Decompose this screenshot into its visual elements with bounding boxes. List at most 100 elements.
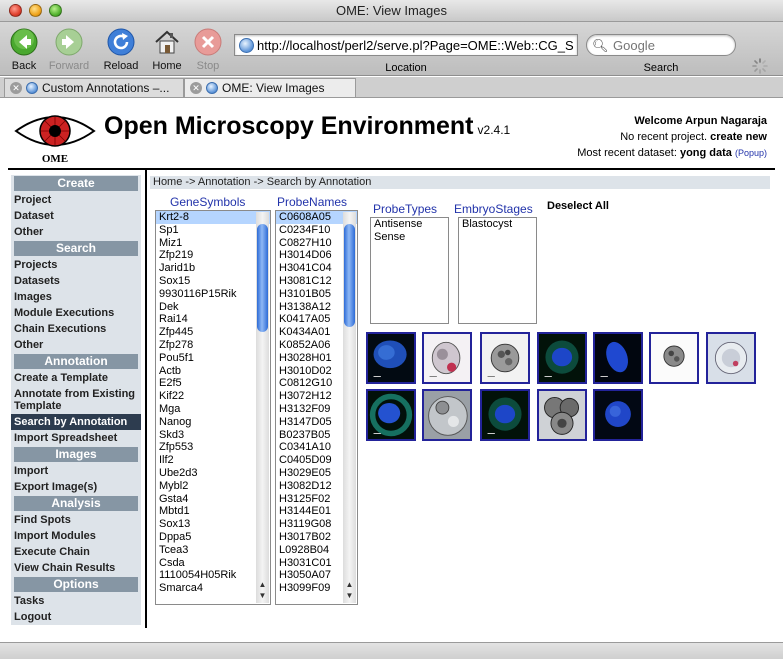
scroll-up-arrow-icon[interactable]: ▲ [258, 580, 267, 589]
list-item[interactable]: Ube2d3 [156, 467, 270, 480]
list-item[interactable]: Tcea3 [156, 544, 270, 557]
list-item[interactable]: Gsta4 [156, 493, 270, 506]
close-tab-icon[interactable]: ✕ [10, 82, 22, 94]
location-bar[interactable] [234, 34, 578, 56]
list-item[interactable]: 9930116P15Rik [156, 288, 270, 301]
list-item[interactable]: Mga [156, 403, 270, 416]
list-item[interactable]: Actb [156, 365, 270, 378]
list-item[interactable]: Smarca4 [156, 582, 270, 595]
tab-custom-annotations[interactable]: ✕ Custom Annotations –... [4, 78, 184, 97]
image-thumbnail[interactable] [422, 332, 472, 384]
list-item[interactable]: Csda [156, 557, 270, 570]
scroll-up-arrow-icon[interactable]: ▲ [345, 580, 354, 589]
image-thumbnail[interactable] [366, 389, 416, 441]
list-item[interactable]: Skd3 [156, 429, 270, 442]
image-thumbnail[interactable] [537, 332, 587, 384]
create-new-link[interactable]: create new [710, 131, 767, 143]
sidebar-item-logout[interactable]: Logout [11, 609, 141, 625]
probe-list-scroll-thumb[interactable] [344, 224, 355, 327]
location-input[interactable] [257, 37, 575, 53]
list-item[interactable]: Zfp553 [156, 441, 270, 454]
gene-list-scrollbar[interactable]: ▲ ▼ [256, 212, 269, 603]
list-item[interactable]: Sox13 [156, 518, 270, 531]
list-item[interactable]: Ilf2 [156, 454, 270, 467]
gene-symbols-listbox[interactable]: Krt2-8 Sp1 Miz1 Zfp219 Jarid1b Sox15 9930116P1… [155, 210, 271, 605]
sidebar-item-search-by-annotation[interactable]: Search by Annotation [11, 414, 141, 430]
list-item[interactable]: Rai14 [156, 313, 270, 326]
reload-button[interactable]: Reload [98, 28, 144, 72]
gene-list-scroll-thumb[interactable] [257, 224, 268, 332]
list-item[interactable]: Sp1 [156, 224, 270, 237]
sidebar-item-tasks[interactable]: Tasks [11, 593, 141, 609]
list-item[interactable]: Dppa5 [156, 531, 270, 544]
probe-types-listbox[interactable]: Antisense Sense [370, 217, 449, 324]
thumbnail-picture [424, 391, 470, 439]
scroll-down-arrow-icon[interactable]: ▼ [345, 591, 354, 600]
search-box[interactable]: 🔍︎ [586, 34, 736, 56]
list-item[interactable]: Miz1 [156, 237, 270, 250]
sidebar-item-import[interactable]: Import [11, 463, 141, 479]
thumbnail-picture [368, 391, 414, 439]
list-item[interactable]: Blastocyst [459, 218, 536, 231]
list-item[interactable]: Antisense [371, 218, 448, 231]
probe-names-listbox[interactable]: C0608A05 C0234F10 C0827H10 H3014D06 H3041C04… [275, 210, 358, 605]
image-thumbnail[interactable] [537, 389, 587, 441]
search-input[interactable] [613, 37, 728, 53]
list-item[interactable]: Krt2-8 [156, 211, 270, 224]
image-thumbnail[interactable] [480, 332, 530, 384]
sidebar-item-projects[interactable]: Projects [11, 257, 141, 273]
close-tab-icon[interactable]: ✕ [190, 82, 202, 94]
sidebar-item-dataset[interactable]: Dataset [11, 208, 141, 224]
image-thumbnail[interactable] [480, 389, 530, 441]
sidebar-item-import-modules[interactable]: Import Modules [11, 528, 141, 544]
sidebar-item-datasets[interactable]: Datasets [11, 273, 141, 289]
sidebar-item-module-executions[interactable]: Module Executions [11, 305, 141, 321]
sidebar-item-import-spreadsheet[interactable]: Import Spreadsheet [11, 430, 141, 446]
sidebar-item-export-image-s[interactable]: Export Image(s) [11, 479, 141, 495]
sidebar-item-chain-executions[interactable]: Chain Executions [11, 321, 141, 337]
gene-symbols-header: GeneSymbols [170, 195, 246, 209]
list-item[interactable]: Jarid1b [156, 262, 270, 275]
tab-view-images[interactable]: ✕ OME: View Images [184, 78, 356, 97]
home-button[interactable]: Home [144, 28, 190, 72]
image-thumbnail[interactable] [706, 332, 756, 384]
list-item[interactable]: Zfp219 [156, 249, 270, 262]
list-item[interactable]: Mbtd1 [156, 505, 270, 518]
image-thumbnail[interactable] [366, 332, 416, 384]
brand-title: Open Microscopy Environment v2.4.1 [104, 112, 511, 140]
list-item[interactable]: 1110054H05Rik [156, 569, 270, 582]
scroll-down-arrow-icon[interactable]: ▼ [258, 591, 267, 600]
sidebar-item-images[interactable]: Images [11, 289, 141, 305]
popup-link[interactable]: (Popup) [735, 148, 767, 158]
list-item[interactable]: Sense [371, 231, 448, 244]
list-item[interactable]: Sox15 [156, 275, 270, 288]
forward-button[interactable]: Forward [46, 28, 92, 72]
embryo-stages-listbox[interactable]: Blastocyst [458, 217, 537, 324]
stop-button[interactable]: Stop [185, 28, 231, 72]
sidebar-item-find-spots[interactable]: Find Spots [11, 512, 141, 528]
list-item[interactable]: Mybl2 [156, 480, 270, 493]
sidebar-item-annotate-from-existing-template[interactable]: Annotate from Existing Template [11, 386, 141, 414]
probe-list-scrollbar[interactable]: ▲ ▼ [343, 212, 356, 603]
dataset-link[interactable]: yong data [680, 147, 732, 159]
list-item[interactable]: Kif22 [156, 390, 270, 403]
list-item[interactable]: Zfp445 [156, 326, 270, 339]
sidebar-item-other[interactable]: Other [11, 224, 141, 240]
image-thumbnail[interactable] [593, 389, 643, 441]
sidebar-item-other[interactable]: Other [11, 337, 141, 353]
sidebar-item-execute-chain[interactable]: Execute Chain [11, 544, 141, 560]
image-thumbnail[interactable] [593, 332, 643, 384]
list-item[interactable]: Zfp278 [156, 339, 270, 352]
list-item[interactable]: E2f5 [156, 377, 270, 390]
image-thumbnail[interactable] [649, 332, 699, 384]
sidebar-section-search: Search [14, 241, 138, 256]
sidebar-item-create-a-template[interactable]: Create a Template [11, 370, 141, 386]
image-thumbnail[interactable] [422, 389, 472, 441]
deselect-all-link[interactable]: Deselect All [547, 200, 609, 212]
sidebar-item-view-chain-results[interactable]: View Chain Results [11, 560, 141, 576]
sidebar-item-project[interactable]: Project [11, 192, 141, 208]
back-button[interactable]: Back [1, 28, 47, 72]
list-item[interactable]: Nanog [156, 416, 270, 429]
list-item[interactable]: Pou5f1 [156, 352, 270, 365]
list-item[interactable]: Dek [156, 301, 270, 314]
